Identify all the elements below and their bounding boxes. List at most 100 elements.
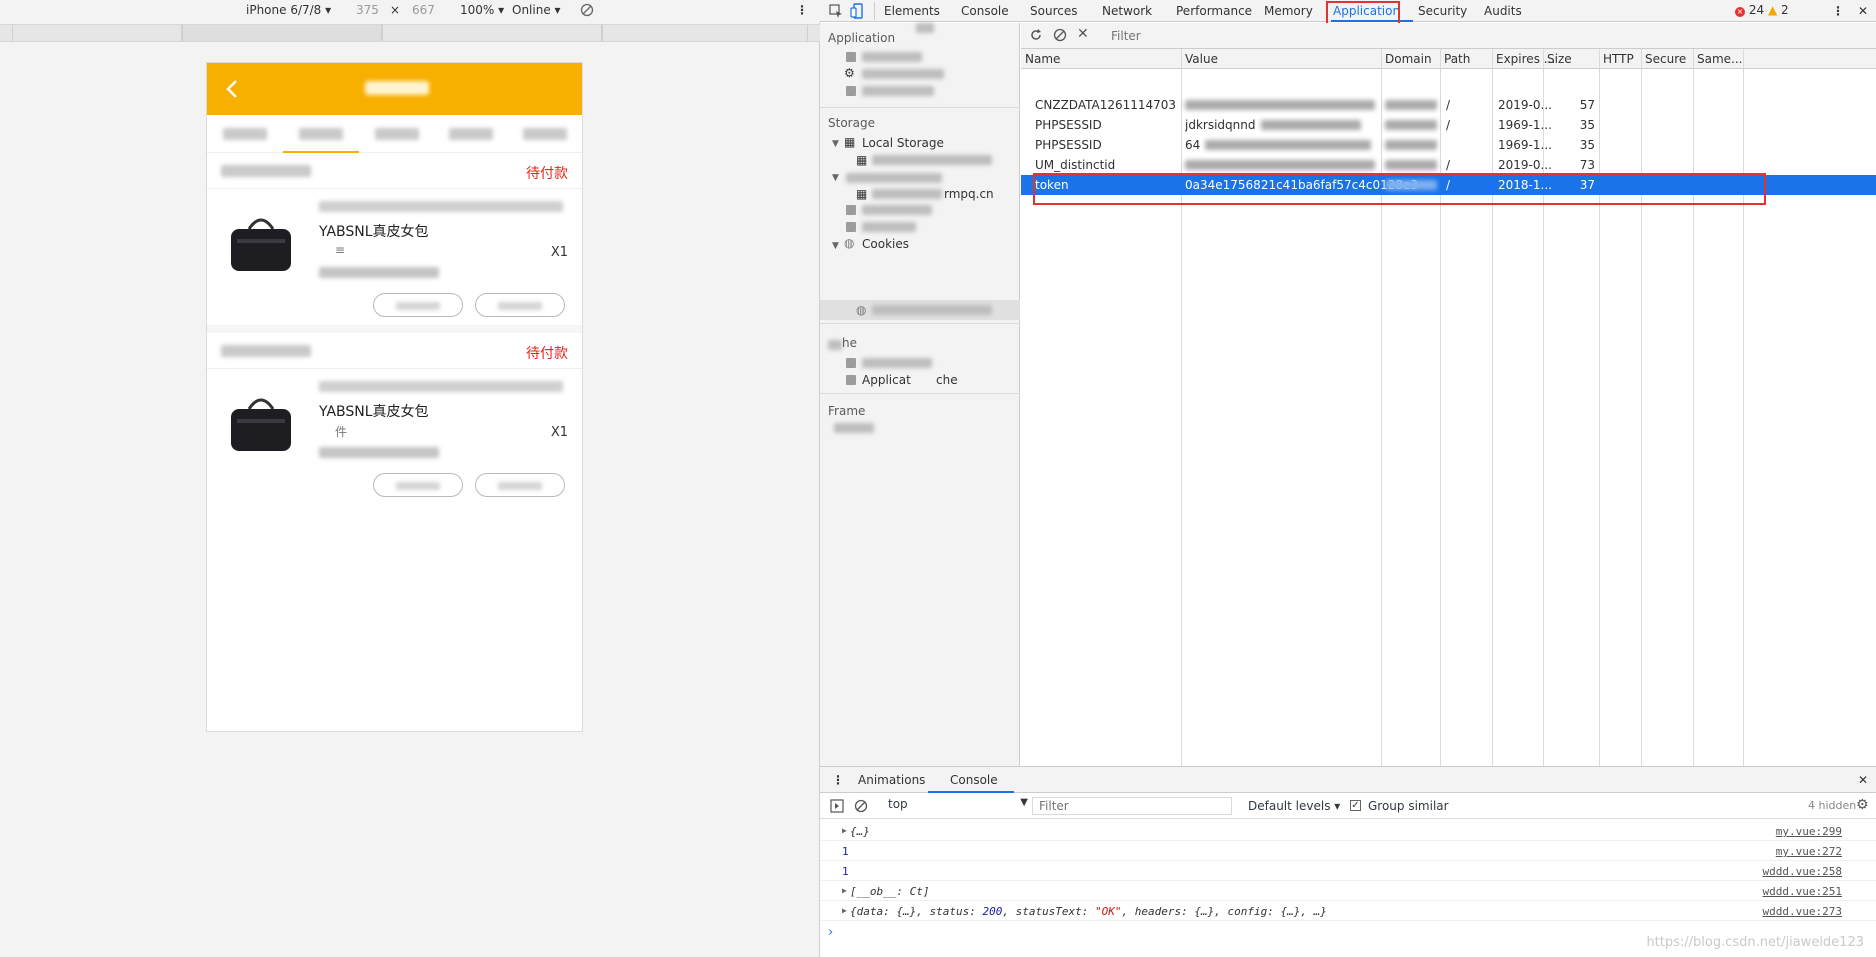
tab-performance[interactable]: Performance — [1176, 4, 1252, 18]
log-source-link[interactable]: my.vue:299 — [1776, 825, 1842, 838]
expand-triangle-icon[interactable]: ▶ — [842, 906, 847, 915]
expand-triangle-icon[interactable]: ▼ — [832, 139, 839, 149]
console-message[interactable]: 1 wddd.vue:258 — [820, 861, 1876, 881]
column-http[interactable]: HTTP — [1603, 52, 1634, 66]
delete-selected-icon[interactable]: ✕ — [1077, 26, 1089, 42]
expand-triangle-icon[interactable]: ▼ — [832, 241, 839, 251]
group-similar-checkbox[interactable]: ✓ — [1350, 800, 1361, 811]
shop-name-redacted[interactable] — [221, 165, 311, 177]
sidebar-item-redacted[interactable] — [862, 52, 922, 62]
console-message[interactable]: ▶ {data: {…}, status: 200, statusText: "… — [820, 901, 1876, 921]
clear-console-icon[interactable] — [854, 799, 868, 813]
order-tab[interactable] — [449, 128, 493, 140]
tab-audits[interactable]: Audits — [1484, 4, 1522, 18]
column-secure[interactable]: Secure — [1645, 52, 1686, 66]
order-action-button[interactable] — [475, 293, 565, 317]
shop-name-redacted[interactable] — [221, 345, 311, 357]
more-options-icon[interactable]: ⋮ — [796, 3, 808, 17]
log-source-link[interactable]: wddd.vue:251 — [1763, 885, 1842, 898]
more-options-icon[interactable]: ⋮ — [1832, 4, 1844, 18]
sidebar-item-redacted[interactable] — [862, 69, 944, 79]
column-name[interactable]: Name — [1025, 52, 1060, 66]
order-item[interactable]: YABSNL真皮女包 ≡ X1 — [207, 189, 582, 333]
rotate-disabled-icon[interactable] — [580, 3, 594, 17]
table-row[interactable]: PHPSESSID jdkrsidqnnd / 1969-1... 35 — [1021, 115, 1876, 135]
ruler-segment[interactable] — [382, 25, 602, 41]
sidebar-item-redacted[interactable] — [872, 189, 942, 199]
log-levels-select[interactable]: Default levels ▾ — [1248, 799, 1340, 813]
order-action-button[interactable] — [373, 293, 463, 317]
network-select[interactable]: Online ▾ — [512, 3, 561, 17]
ruler-segment[interactable] — [182, 25, 382, 41]
console-filter-input[interactable] — [1032, 797, 1232, 815]
close-icon[interactable]: ✕ — [1858, 773, 1868, 787]
order-action-button[interactable] — [373, 473, 463, 497]
expand-triangle-icon[interactable]: ▶ — [842, 826, 847, 835]
refresh-icon[interactable] — [1029, 28, 1043, 42]
media-query-ruler[interactable] — [0, 24, 820, 42]
console-message[interactable]: ▶ {…} my.vue:299 — [820, 821, 1876, 841]
drawer-menu-icon[interactable]: ⋮ — [832, 773, 844, 787]
ruler-segment[interactable] — [602, 25, 808, 41]
tab-elements[interactable]: Elements — [884, 4, 940, 18]
inspect-element-icon[interactable] — [828, 3, 844, 19]
sidebar-item-cookie-origin-redacted[interactable] — [872, 305, 992, 315]
cookie-path: / — [1446, 98, 1451, 112]
column-samesite[interactable]: Same... — [1697, 52, 1743, 66]
context-select[interactable]: top ▼ — [888, 797, 1028, 815]
order-item[interactable]: YABSNL真皮女包 件 X1 — [207, 369, 582, 513]
device-select[interactable]: iPhone 6/7/8 ▾ — [246, 3, 331, 17]
tab-console[interactable]: Console — [961, 4, 1009, 18]
ruler-segment[interactable] — [12, 25, 182, 41]
table-row[interactable]: UM_distinctid / 2019-0... 73 — [1021, 155, 1876, 175]
device-toggle-icon[interactable] — [850, 3, 866, 19]
sidebar-item-redacted[interactable] — [862, 358, 932, 368]
console-prompt-icon[interactable]: › — [828, 925, 833, 940]
clear-all-icon[interactable] — [1053, 28, 1067, 42]
drawer-tab-console[interactable]: Console — [950, 773, 998, 787]
tab-security[interactable]: Security — [1418, 4, 1467, 18]
order-tab[interactable] — [299, 128, 343, 140]
back-arrow-icon[interactable] — [221, 77, 245, 101]
order-tab[interactable] — [375, 128, 419, 140]
log-source-link[interactable]: my.vue:272 — [1776, 845, 1842, 858]
warning-count: 2 — [1781, 3, 1789, 17]
order-tab[interactable] — [223, 128, 267, 140]
height-field[interactable]: 667 — [412, 3, 435, 17]
table-row[interactable]: PHPSESSID 64 1969-1... 35 — [1021, 135, 1876, 155]
sidebar-item-redacted[interactable] — [862, 86, 934, 96]
sidebar-item-redacted[interactable] — [834, 423, 874, 433]
console-message[interactable]: 1 my.vue:272 — [820, 841, 1876, 861]
gear-icon[interactable]: ⚙ — [1856, 797, 1869, 813]
log-source-link[interactable]: wddd.vue:258 — [1763, 865, 1842, 878]
sidebar-item-app-cache-a[interactable]: Applicat — [862, 373, 911, 387]
sidebar-item-redacted[interactable] — [862, 222, 916, 232]
sidebar-item-local-storage[interactable]: Local Storage — [862, 136, 944, 150]
sidebar-item-redacted[interactable] — [872, 155, 992, 165]
tab-memory[interactable]: Memory — [1264, 4, 1313, 18]
sidebar-item-app-cache-b[interactable]: che — [936, 373, 958, 387]
log-source-link[interactable]: wddd.vue:273 — [1763, 905, 1842, 918]
console-message[interactable]: ▶ [__ob__: Ct] wddd.vue:251 — [820, 881, 1876, 901]
expand-triangle-icon[interactable]: ▼ — [832, 173, 839, 183]
column-path[interactable]: Path — [1444, 52, 1470, 66]
width-field[interactable]: 375 — [356, 3, 379, 17]
expand-triangle-icon[interactable]: ▶ — [842, 886, 847, 895]
column-size[interactable]: Size — [1547, 52, 1572, 66]
sidebar-item-redacted[interactable] — [846, 173, 942, 183]
column-domain[interactable]: Domain — [1385, 52, 1432, 66]
zoom-select[interactable]: 100% ▾ — [460, 3, 504, 17]
table-row[interactable]: CNZZDATA1261114703 / 2019-0... 57 — [1021, 95, 1876, 115]
drawer-tab-animations[interactable]: Animations — [858, 773, 925, 787]
tab-network[interactable]: Network — [1102, 4, 1152, 18]
cookie-filter-input[interactable] — [1107, 27, 1487, 45]
tab-sources[interactable]: Sources — [1030, 4, 1077, 18]
sidebar-toggle-icon[interactable] — [830, 799, 844, 813]
sidebar-item-cookies[interactable]: Cookies — [862, 237, 909, 251]
error-warning-counter[interactable]: × 24 ▲ 2 — [1735, 3, 1789, 17]
column-value[interactable]: Value — [1185, 52, 1218, 66]
order-tab[interactable] — [523, 128, 567, 140]
order-action-button[interactable] — [475, 473, 565, 497]
close-icon[interactable]: ✕ — [1858, 4, 1868, 18]
sidebar-item-redacted[interactable] — [862, 205, 932, 215]
